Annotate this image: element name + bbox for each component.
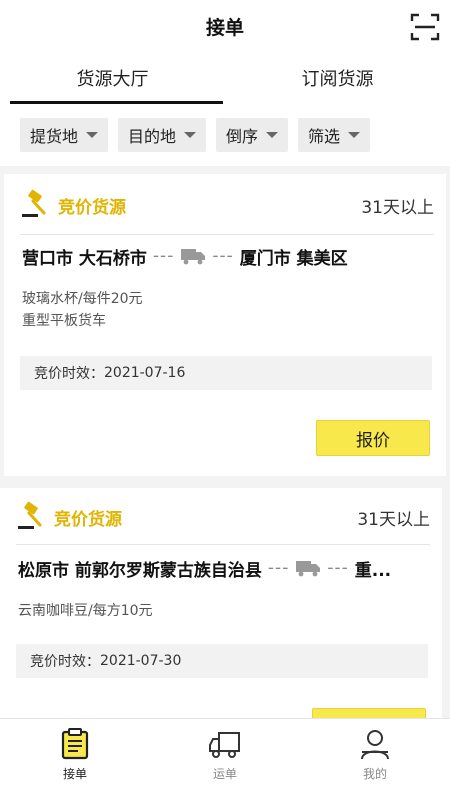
validity-label: 竞价时效： (30, 654, 100, 670)
validity-date: 2021-07-30 (100, 653, 182, 669)
tab-label: 货源大厅 (76, 69, 149, 90)
clipboard-icon (61, 728, 89, 760)
quote-button[interactable]: 报价 (316, 420, 430, 456)
caret-down-icon (184, 132, 197, 138)
cargo-goods: 云南咖啡豆/每方10元 (18, 603, 153, 619)
nav-item-orders[interactable]: 接单 (0, 719, 150, 800)
route-origin: 营口市 大石桥市 (22, 248, 147, 269)
cargo-vehicle: 重型平板货车 (22, 313, 106, 329)
nav-label: 接单 (62, 767, 87, 781)
caret-down-icon (86, 132, 99, 138)
cargo-card[interactable]: 竞价货源 31天以上 松原市 前郭尔罗斯蒙古族自治县 --- --- 重... … (0, 488, 442, 744)
route-dash: --- (327, 558, 349, 578)
truck-icon (296, 561, 321, 577)
route-destination: 厦门市 集美区 (239, 248, 348, 269)
route-origin: 松原市 前郭尔罗斯蒙古族自治县 (18, 560, 262, 581)
filter-bar: 提货地 目的地 倒序 筛选 (0, 104, 450, 166)
truck-icon (181, 249, 206, 265)
gavel-icon (18, 501, 42, 529)
filter-label: 倒序 (226, 127, 259, 146)
cargo-kind: 竞价货源 (58, 197, 126, 218)
filter-screen[interactable]: 筛选 (298, 118, 371, 152)
route: 松原市 前郭尔罗斯蒙古族自治县 --- --- 重... (18, 554, 430, 582)
route: 营口市 大石桥市 --- --- 厦门市 集美区 (22, 242, 434, 270)
bid-validity: 竞价时效： 2021-07-16 (20, 356, 432, 390)
filter-label: 筛选 (308, 127, 341, 146)
filter-pickup[interactable]: 提货地 (20, 118, 109, 152)
validity-label: 竞价时效： (34, 366, 104, 382)
top-bar: 接单 (0, 0, 450, 52)
caret-down-icon (348, 132, 361, 138)
filter-sort[interactable]: 倒序 (216, 118, 289, 152)
caret-down-icon (266, 132, 279, 138)
cargo-description: 玻璃水杯/每件20元 重型平板货车 (22, 288, 143, 332)
truck-icon (209, 732, 240, 758)
user-icon (361, 730, 389, 760)
cargo-card[interactable]: 竞价货源 31天以上 营口市 大石桥市 --- --- 厦门市 集美区 玻璃水杯… (4, 174, 446, 476)
nav-label: 我的 (362, 767, 387, 781)
cargo-goods: 玻璃水杯/每件20元 (22, 291, 143, 307)
divider (20, 234, 434, 235)
validity-date: 2021-07-16 (104, 365, 186, 381)
route-dash: --- (267, 558, 290, 578)
quote-label: 报价 (356, 430, 390, 451)
app: 接单 货源大厅 订阅货源 提货地 目的地 倒序 筛选 竞价货源 31天以上 营口… (0, 0, 450, 800)
page-title: 接单 (205, 16, 244, 39)
tab-label: 订阅货源 (301, 69, 374, 90)
cargo-kind: 竞价货源 (54, 509, 122, 530)
tab-subscribed-cargo[interactable]: 订阅货源 (225, 52, 450, 104)
cargo-description: 云南咖啡豆/每方10元 (18, 600, 153, 622)
bottom-nav: 接单 运单 我的 (0, 718, 450, 800)
bid-validity: 竞价时效： 2021-07-30 (16, 644, 428, 678)
filter-label: 目的地 (128, 127, 177, 146)
nav-label: 运单 (212, 767, 237, 781)
filter-destination[interactable]: 目的地 (118, 118, 207, 152)
card-header: 竞价货源 31天以上 (20, 188, 434, 222)
cargo-duration: 31天以上 (357, 509, 430, 530)
cargo-duration: 31天以上 (361, 197, 434, 218)
card-header: 竞价货源 31天以上 (16, 500, 430, 534)
gavel-icon (22, 189, 46, 217)
tab-bar: 货源大厅 订阅货源 (0, 52, 450, 105)
nav-item-profile[interactable]: 我的 (300, 719, 450, 800)
nav-item-waybill[interactable]: 运单 (150, 719, 300, 800)
scan-icon[interactable] (410, 12, 440, 42)
route-dash: --- (152, 246, 175, 266)
route-destination: 重... (354, 560, 392, 581)
tab-cargo-hall[interactable]: 货源大厅 (0, 52, 225, 104)
route-dash: --- (212, 246, 234, 266)
filter-label: 提货地 (30, 127, 79, 146)
divider (16, 544, 430, 545)
